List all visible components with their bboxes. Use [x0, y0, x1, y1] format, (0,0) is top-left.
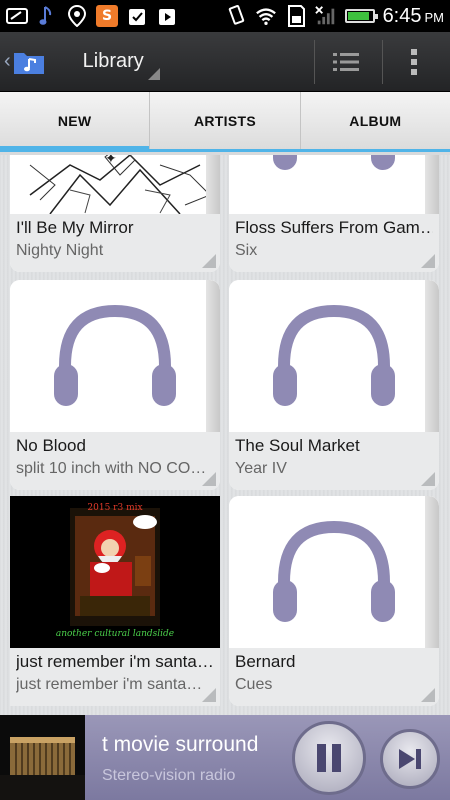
location-pin-icon — [66, 5, 88, 27]
next-track-button[interactable] — [380, 729, 440, 789]
card-edge — [206, 280, 220, 432]
album-info: just remember i'm santa… just remember i… — [10, 648, 220, 706]
card-edge — [425, 155, 439, 214]
album-artist: Year IV — [235, 460, 287, 477]
album-info: The Soul Market Year IV — [229, 432, 439, 490]
card-corner-indicator — [421, 472, 435, 486]
album-title: I'll Be My Mirror — [16, 218, 134, 237]
headphones-icon — [54, 304, 176, 406]
album-card[interactable]: The Soul Market Year IV — [229, 280, 439, 490]
card-corner-indicator — [202, 688, 216, 702]
s-app-icon: S — [96, 5, 118, 27]
now-playing-subtitle: Stereo-vision radio — [102, 767, 236, 784]
album-info: Floss Suffers From Gam… Six — [229, 214, 439, 272]
album-info: I'll Be My Mirror Nighty Night — [10, 214, 220, 272]
album-artist: split 10 inch with NO CO… — [16, 460, 207, 477]
list-view-icon[interactable] — [320, 32, 372, 92]
album-art — [10, 280, 220, 432]
album-artist: Nighty Night — [16, 242, 104, 259]
album-art — [229, 155, 439, 214]
card-edge — [425, 496, 439, 648]
card-corner-indicator — [421, 254, 435, 268]
headphones-icon — [273, 155, 395, 170]
status-bar: S 6:45 PM — [0, 0, 450, 32]
album-artist: Cues — [235, 676, 273, 693]
card-corner-indicator — [421, 688, 435, 702]
album-art — [229, 496, 439, 648]
card-corner-indicator — [202, 472, 216, 486]
wifi-icon — [255, 5, 277, 27]
now-playing-title: t movie surround — [102, 733, 259, 756]
album-title: No Blood — [16, 436, 86, 455]
next-track-icon — [399, 749, 421, 769]
page-title[interactable]: Library — [83, 50, 144, 73]
battery-icon — [344, 9, 378, 23]
album-card[interactable]: No Blood split 10 inch with NO CO… — [10, 280, 220, 490]
album-title: Floss Suffers From Gam… — [235, 218, 433, 237]
album-info: No Blood split 10 inch with NO CO… — [10, 432, 220, 490]
pause-icon — [317, 744, 341, 772]
now-playing-art[interactable] — [0, 715, 85, 800]
svg-text:✦: ✦ — [105, 155, 117, 167]
tablet-icon — [6, 5, 28, 27]
card-edge — [206, 155, 220, 214]
album-card[interactable]: Floss Suffers From Gam… Six — [229, 155, 439, 272]
album-art: 2015 r3 mix another cultural landslide — [10, 496, 220, 648]
tab-new[interactable]: NEW — [0, 92, 151, 152]
card-edge — [425, 280, 439, 432]
library-tabs: NEW ARTISTS ALBUM — [0, 92, 450, 152]
divider — [314, 40, 315, 84]
no-signal-icon — [314, 5, 337, 27]
album-info: Bernard Cues — [229, 648, 439, 706]
back-chevron-icon[interactable]: ‹ — [4, 50, 11, 73]
headphones-icon — [273, 304, 395, 406]
title-dropdown-indicator — [148, 68, 160, 80]
album-art: ✦ — [10, 155, 220, 214]
video-play-icon — [156, 5, 178, 27]
album-artist: Six — [235, 242, 258, 259]
album-title: The Soul Market — [235, 436, 360, 455]
now-playing-bar[interactable]: t movie surround Stereo-vision radio — [0, 715, 450, 800]
album-card[interactable]: ✦ I'll Be My Mirror Nighty Night — [10, 155, 220, 272]
divider — [382, 40, 383, 84]
tab-artists[interactable]: ARTISTS — [150, 92, 301, 149]
music-folder-icon[interactable] — [13, 48, 45, 76]
album-artist: just remember i'm santa… — [16, 676, 203, 693]
sd-card-icon — [285, 5, 307, 27]
art-text: 2015 r3 mix — [87, 503, 142, 513]
album-card[interactable]: 2015 r3 mix another cultural landslide j… — [10, 496, 220, 706]
clock: 6:45 PM — [382, 4, 444, 27]
album-title: just remember i'm santa… — [16, 652, 214, 671]
clipboard-check-icon — [126, 5, 148, 27]
album-title: Bernard — [235, 652, 296, 671]
tab-album[interactable]: ALBUM — [301, 92, 450, 149]
card-corner-indicator — [202, 254, 216, 268]
album-card[interactable]: Bernard Cues — [229, 496, 439, 706]
headphones-icon — [273, 520, 395, 622]
music-note-icon — [36, 5, 58, 27]
vibrate-icon — [225, 5, 247, 27]
overflow-menu-icon[interactable] — [388, 32, 440, 92]
art-caption: another cultural landslide — [56, 629, 174, 639]
pause-button[interactable] — [292, 721, 366, 795]
album-grid: ✦ I'll Be My Mirror Nighty Night Floss S… — [0, 155, 450, 715]
album-art — [229, 280, 439, 432]
